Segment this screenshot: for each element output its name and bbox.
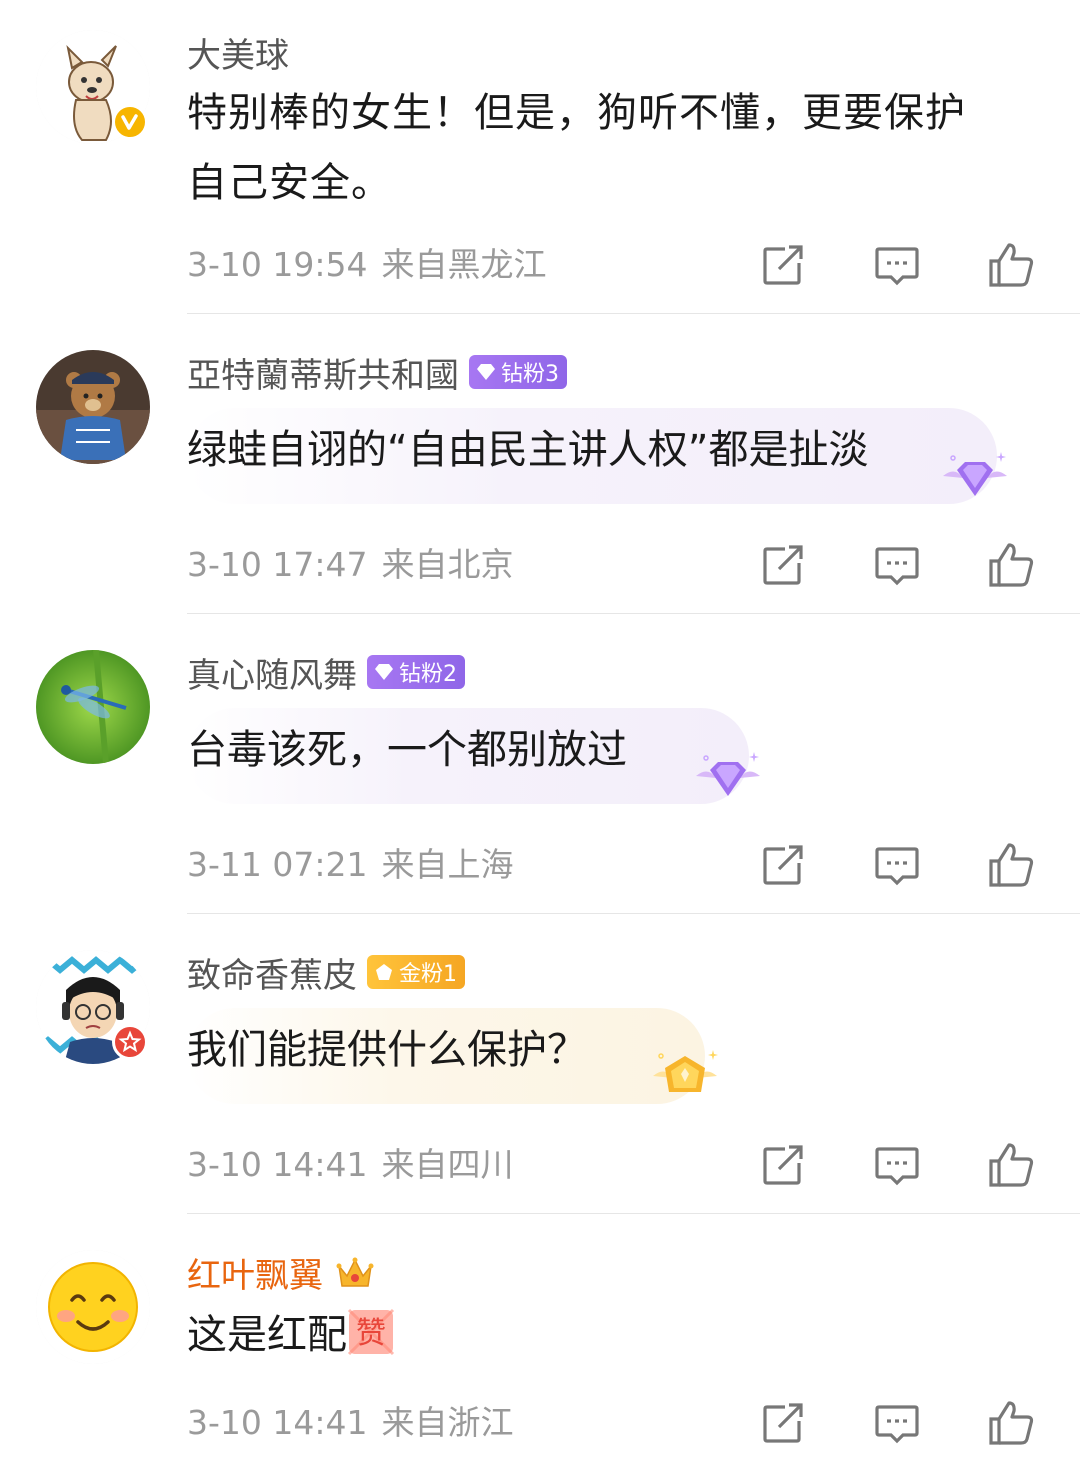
comment-text: 特别棒的女生！但是，狗听不懂，更要保护 自己安全。 <box>187 78 966 218</box>
username-row: 大美球 <box>187 28 289 77</box>
like-icon[interactable] <box>983 837 1039 893</box>
share-icon[interactable] <box>755 537 811 593</box>
comment-text: 台毒该死，一个都别放过 <box>187 727 627 773</box>
comment-location: 来自黑龙江 <box>381 245 547 284</box>
comment-icon[interactable] <box>869 837 925 893</box>
comment-text: 这是红配赞 <box>187 1290 395 1380</box>
username-row: 致命香蕉皮 金粉1 <box>187 948 465 997</box>
username-row: 红叶飘翼 <box>187 1250 377 1296</box>
comment-meta: 3-10 14:41 来自浙江 <box>187 1398 514 1448</box>
comment-meta: 3-11 07:21 来自上海 <box>187 840 514 890</box>
share-icon[interactable] <box>755 837 811 893</box>
comment-text-line: 自己安全。 <box>187 160 392 206</box>
comment-item: 亞特蘭蒂斯共和國 钻粉3 绿蛙自诩的“自由民主讲人权”都是扯淡 3-10 17:… <box>0 314 1080 614</box>
diamond-icon <box>375 664 393 680</box>
zan-emoji-text: 赞 <box>356 1316 386 1351</box>
comment-item: 大美球 特别棒的女生！但是，狗听不懂，更要保护 自己安全。 3-10 19:54… <box>0 0 1080 314</box>
fan-badge[interactable]: 金粉1 <box>367 955 465 989</box>
gold-gem-icon <box>645 1044 725 1108</box>
vip-badge-icon <box>112 1024 148 1060</box>
like-icon[interactable] <box>983 1395 1039 1451</box>
comment-text-line: 特别棒的女生！但是，狗听不懂，更要保护 <box>187 90 966 136</box>
comment-meta: 3-10 14:41 来自四川 <box>187 1140 514 1190</box>
crown-icon[interactable] <box>333 1250 377 1294</box>
avatar[interactable] <box>36 1250 150 1364</box>
comment-icon[interactable] <box>869 237 925 293</box>
diamond-gem-icon <box>935 448 1015 508</box>
comment-icon[interactable] <box>869 1395 925 1451</box>
comment-item: 红叶飘翼 这是红配赞 3-10 14:41 来自浙江 <box>0 1214 1080 1475</box>
share-icon[interactable] <box>755 237 811 293</box>
fan-badge-label: 金粉1 <box>399 962 457 987</box>
zan-emoji-icon: 赞 <box>347 1308 395 1356</box>
comment-time: 3-11 07:21 <box>187 845 368 884</box>
comment-location: 来自北京 <box>381 545 514 584</box>
comment-text: 绿蛙自诩的“自由民主讲人权”都是扯淡 <box>187 427 869 473</box>
username[interactable]: 真心随风舞 <box>187 648 357 697</box>
fan-badge[interactable]: 钻粉2 <box>367 655 465 689</box>
gold-gem-icon <box>376 964 392 980</box>
comment-item: 致命香蕉皮 金粉1 我们能提供什么保护？ 3-10 14:41 来自四川 <box>0 914 1080 1214</box>
comment-time: 3-10 14:41 <box>187 1145 368 1184</box>
comment-time: 3-10 17:47 <box>187 545 368 584</box>
username-row: 亞特蘭蒂斯共和國 钻粉3 <box>187 348 567 397</box>
comment-time: 3-10 14:41 <box>187 1403 368 1442</box>
avatar[interactable] <box>36 650 150 764</box>
diamond-gem-icon <box>688 748 768 808</box>
username-row: 真心随风舞 钻粉2 <box>187 648 465 697</box>
comment-text: 我们能提供什么保护？ <box>187 1027 587 1073</box>
share-icon[interactable] <box>755 1395 811 1451</box>
fan-badge[interactable]: 钻粉3 <box>469 355 567 389</box>
like-icon[interactable] <box>983 1137 1039 1193</box>
comment-text-body: 这是红配 <box>187 1312 347 1358</box>
comment-meta: 3-10 19:54 来自黑龙江 <box>187 240 547 290</box>
comment-time: 3-10 19:54 <box>187 245 368 284</box>
comment-icon[interactable] <box>869 537 925 593</box>
comment-location: 来自浙江 <box>381 1403 514 1442</box>
username[interactable]: 致命香蕉皮 <box>187 948 357 997</box>
fan-badge-label: 钻粉3 <box>501 362 559 387</box>
username[interactable]: 亞特蘭蒂斯共和國 <box>187 348 459 397</box>
comment-icon[interactable] <box>869 1137 925 1193</box>
avatar[interactable] <box>36 350 150 464</box>
comment-location: 来自四川 <box>381 1145 514 1184</box>
comment-location: 来自上海 <box>381 845 514 884</box>
fan-badge-label: 钻粉2 <box>399 662 457 687</box>
comment-item: 真心随风舞 钻粉2 台毒该死，一个都别放过 3-11 07:21 来自上海 <box>0 614 1080 914</box>
like-icon[interactable] <box>983 537 1039 593</box>
diamond-icon <box>477 364 495 380</box>
like-icon[interactable] <box>983 237 1039 293</box>
share-icon[interactable] <box>755 1137 811 1193</box>
comment-meta: 3-10 17:47 来自北京 <box>187 540 514 590</box>
username[interactable]: 大美球 <box>187 28 289 77</box>
verified-badge-icon <box>112 104 148 140</box>
